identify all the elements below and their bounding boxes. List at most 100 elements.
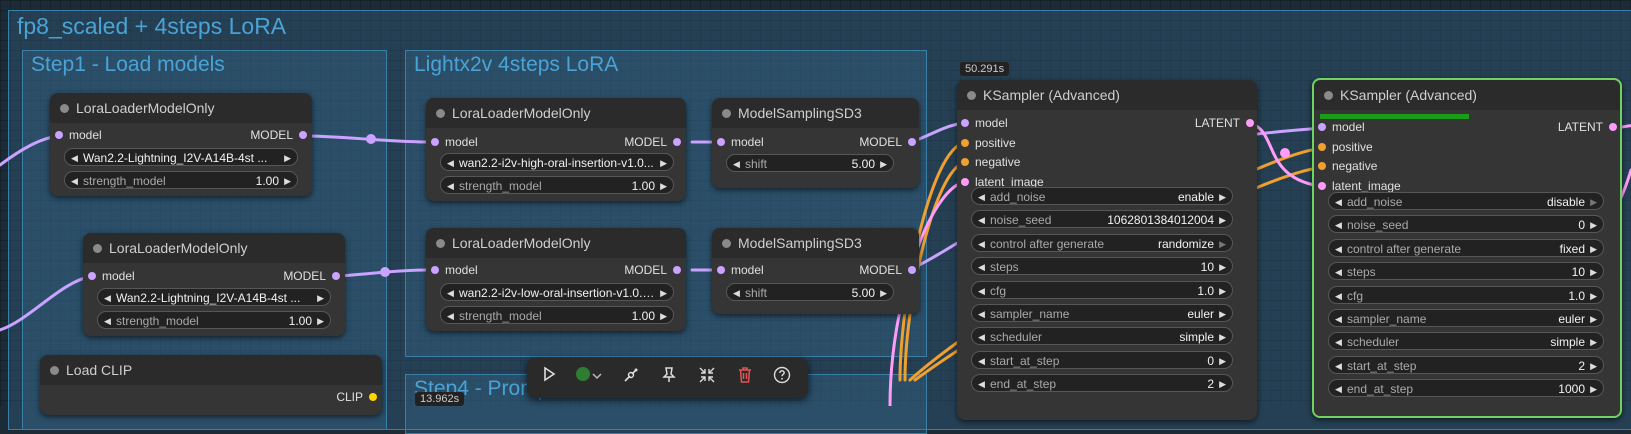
model-sampling-sd3-node-2[interactable]: ModelSamplingSD3 model MODEL ◀ shift 5.00 ▶ bbox=[712, 228, 919, 314]
increment-icon[interactable]: ▶ bbox=[880, 284, 887, 300]
input-negative[interactable]: negative bbox=[1318, 157, 1377, 175]
increment-icon[interactable]: ▶ bbox=[284, 172, 291, 188]
decrement-icon[interactable]: ◀ bbox=[978, 328, 985, 344]
load-clip-node[interactable]: Load CLIP CLIP bbox=[40, 355, 382, 415]
increment-icon[interactable]: ▶ bbox=[1219, 282, 1226, 298]
decrement-icon[interactable]: ◀ bbox=[1335, 287, 1342, 303]
input-slot-icon[interactable] bbox=[717, 266, 725, 274]
ksampler-advanced-node-2[interactable]: KSampler (Advanced) LATENT model positive… bbox=[1312, 78, 1622, 418]
input-slot-icon[interactable] bbox=[961, 138, 969, 147]
input-model[interactable]: model bbox=[717, 261, 764, 279]
input-slot-icon[interactable] bbox=[961, 177, 969, 186]
increment-icon[interactable]: ▶ bbox=[880, 155, 887, 171]
lora-name-combo[interactable]: ◀ wan2.2-i2v-low-oral-insertion-v1.0. ...… bbox=[440, 283, 674, 301]
node-title[interactable]: LoraLoaderModelOnly bbox=[426, 98, 686, 128]
increment-icon[interactable]: ▶ bbox=[1219, 258, 1226, 274]
next-arrow-icon[interactable]: ▶ bbox=[284, 149, 291, 165]
decrement-icon[interactable]: ◀ bbox=[447, 307, 454, 323]
collapse-dot-icon[interactable] bbox=[722, 109, 731, 118]
output-clip[interactable]: CLIP bbox=[336, 388, 377, 406]
chevron-down-icon[interactable] bbox=[589, 366, 605, 390]
strength-model-widget[interactable]: ◀ strength_model 1.00 ▶ bbox=[97, 311, 331, 329]
input-model[interactable]: model bbox=[55, 126, 102, 144]
collapse-dot-icon[interactable] bbox=[722, 239, 731, 248]
next-arrow-icon[interactable]: ▶ bbox=[660, 284, 667, 300]
input-slot-icon[interactable] bbox=[55, 131, 63, 139]
lora-name-combo[interactable]: ◀ wan2.2-i2v-high-oral-insertion-v1.0... ▶ bbox=[440, 153, 674, 171]
sampler-name-widget[interactable]: ◀ sampler_name euler ▶ bbox=[1328, 309, 1604, 327]
decrement-icon[interactable]: ◀ bbox=[104, 312, 111, 328]
end-at-step-widget[interactable]: ◀ end_at_step 2 ▶ bbox=[971, 374, 1233, 393]
help-icon[interactable] bbox=[770, 366, 794, 390]
lora-loader-node-1[interactable]: LoraLoaderModelOnly model MODEL ◀ Wan2.2-… bbox=[50, 93, 312, 196]
control-after-generate-widget[interactable]: ◀ control after generate randomize ▶ bbox=[971, 233, 1233, 252]
cfg-widget[interactable]: ◀ cfg 1.0 ▶ bbox=[971, 280, 1233, 299]
decrement-icon[interactable]: ◀ bbox=[1335, 333, 1342, 349]
workflow-canvas[interactable]: fp8_scaled + 4steps LoRA Step1 - Load mo… bbox=[0, 0, 1631, 434]
node-title[interactable]: KSampler (Advanced) bbox=[1314, 80, 1620, 110]
collapse-dot-icon[interactable] bbox=[967, 91, 976, 100]
decrement-icon[interactable]: ◀ bbox=[733, 284, 740, 300]
node-title[interactable]: Load CLIP bbox=[40, 355, 382, 385]
increment-icon[interactable]: ▶ bbox=[1590, 193, 1597, 209]
lora-loader-node-3[interactable]: LoraLoaderModelOnly model MODEL ◀ wan2.2-… bbox=[426, 98, 686, 201]
input-slot-icon[interactable] bbox=[431, 266, 439, 274]
increment-icon[interactable]: ▶ bbox=[1219, 211, 1226, 227]
start-at-step-widget[interactable]: ◀ start_at_step 2 ▶ bbox=[1328, 355, 1604, 374]
prev-arrow-icon[interactable]: ◀ bbox=[447, 154, 454, 170]
lora-loader-node-2[interactable]: LoraLoaderModelOnly model MODEL ◀ Wan2.2-… bbox=[83, 233, 345, 336]
steps-widget[interactable]: ◀ steps 10 ▶ bbox=[1328, 262, 1604, 281]
lora-loader-node-4[interactable]: LoraLoaderModelOnly model MODEL ◀ wan2.2-… bbox=[426, 228, 686, 331]
increment-icon[interactable]: ▶ bbox=[1219, 328, 1226, 344]
ksampler-advanced-node-1[interactable]: KSampler (Advanced) LATENT model positive… bbox=[957, 80, 1257, 420]
input-slot-icon[interactable] bbox=[1318, 181, 1326, 190]
noise-seed-widget[interactable]: ◀ noise_seed 1062801384012004 ▶ bbox=[971, 210, 1233, 229]
collapse-dot-icon[interactable] bbox=[93, 244, 102, 253]
decrement-icon[interactable]: ◀ bbox=[1335, 357, 1342, 373]
strength-model-widget[interactable]: ◀ strength_model 1.00 ▶ bbox=[64, 171, 298, 189]
collapse-dot-icon[interactable] bbox=[60, 104, 69, 113]
scheduler-widget[interactable]: ◀ scheduler simple ▶ bbox=[971, 327, 1233, 346]
node-title[interactable]: ModelSamplingSD3 bbox=[712, 228, 919, 258]
output-slot-icon[interactable] bbox=[673, 138, 681, 146]
input-model[interactable]: model bbox=[961, 114, 1008, 132]
delete-icon[interactable] bbox=[733, 366, 757, 390]
run-icon[interactable] bbox=[537, 366, 561, 390]
strength-model-widget[interactable]: ◀ strength_model 1.00 ▶ bbox=[440, 306, 674, 324]
node-title[interactable]: ModelSamplingSD3 bbox=[712, 98, 919, 128]
output-slot-icon[interactable] bbox=[673, 266, 681, 274]
output-model[interactable]: MODEL bbox=[624, 261, 681, 279]
prev-arrow-icon[interactable]: ◀ bbox=[71, 149, 78, 165]
decrement-icon[interactable]: ◀ bbox=[1335, 240, 1342, 256]
input-model[interactable]: model bbox=[1318, 118, 1365, 136]
input-slot-icon[interactable] bbox=[961, 119, 969, 127]
decrement-icon[interactable]: ◀ bbox=[978, 211, 985, 227]
shift-widget[interactable]: ◀ shift 5.00 ▶ bbox=[726, 154, 894, 172]
input-slot-icon[interactable] bbox=[1318, 123, 1326, 131]
control-after-generate-widget[interactable]: ◀ control after generate fixed ▶ bbox=[1328, 238, 1604, 257]
decrement-icon[interactable]: ◀ bbox=[978, 282, 985, 298]
increment-icon[interactable]: ▶ bbox=[1590, 263, 1597, 279]
collapse-icon[interactable] bbox=[695, 366, 719, 390]
steps-widget[interactable]: ◀ steps 10 ▶ bbox=[971, 257, 1233, 276]
output-slot-icon[interactable] bbox=[1246, 119, 1254, 127]
input-model[interactable]: model bbox=[717, 133, 764, 151]
scheduler-widget[interactable]: ◀ scheduler simple ▶ bbox=[1328, 332, 1604, 351]
decrement-icon[interactable]: ◀ bbox=[978, 188, 985, 204]
next-arrow-icon[interactable]: ▶ bbox=[317, 289, 324, 305]
increment-icon[interactable]: ▶ bbox=[1590, 380, 1597, 396]
increment-icon[interactable]: ▶ bbox=[1590, 310, 1597, 326]
decrement-icon[interactable]: ◀ bbox=[1335, 380, 1342, 396]
output-latent[interactable]: LATENT bbox=[1558, 118, 1617, 136]
input-negative[interactable]: negative bbox=[961, 153, 1020, 171]
output-slot-icon[interactable] bbox=[908, 266, 916, 274]
increment-icon[interactable]: ▶ bbox=[1219, 305, 1226, 321]
input-slot-icon[interactable] bbox=[1318, 162, 1326, 170]
shift-widget[interactable]: ◀ shift 5.00 ▶ bbox=[726, 283, 894, 301]
input-slot-icon[interactable] bbox=[1318, 142, 1326, 151]
increment-icon[interactable]: ▶ bbox=[660, 307, 667, 323]
prev-arrow-icon[interactable]: ◀ bbox=[447, 284, 454, 300]
cfg-widget[interactable]: ◀ cfg 1.0 ▶ bbox=[1328, 285, 1604, 304]
decrement-icon[interactable]: ◀ bbox=[978, 305, 985, 321]
input-positive[interactable]: positive bbox=[961, 134, 1016, 152]
